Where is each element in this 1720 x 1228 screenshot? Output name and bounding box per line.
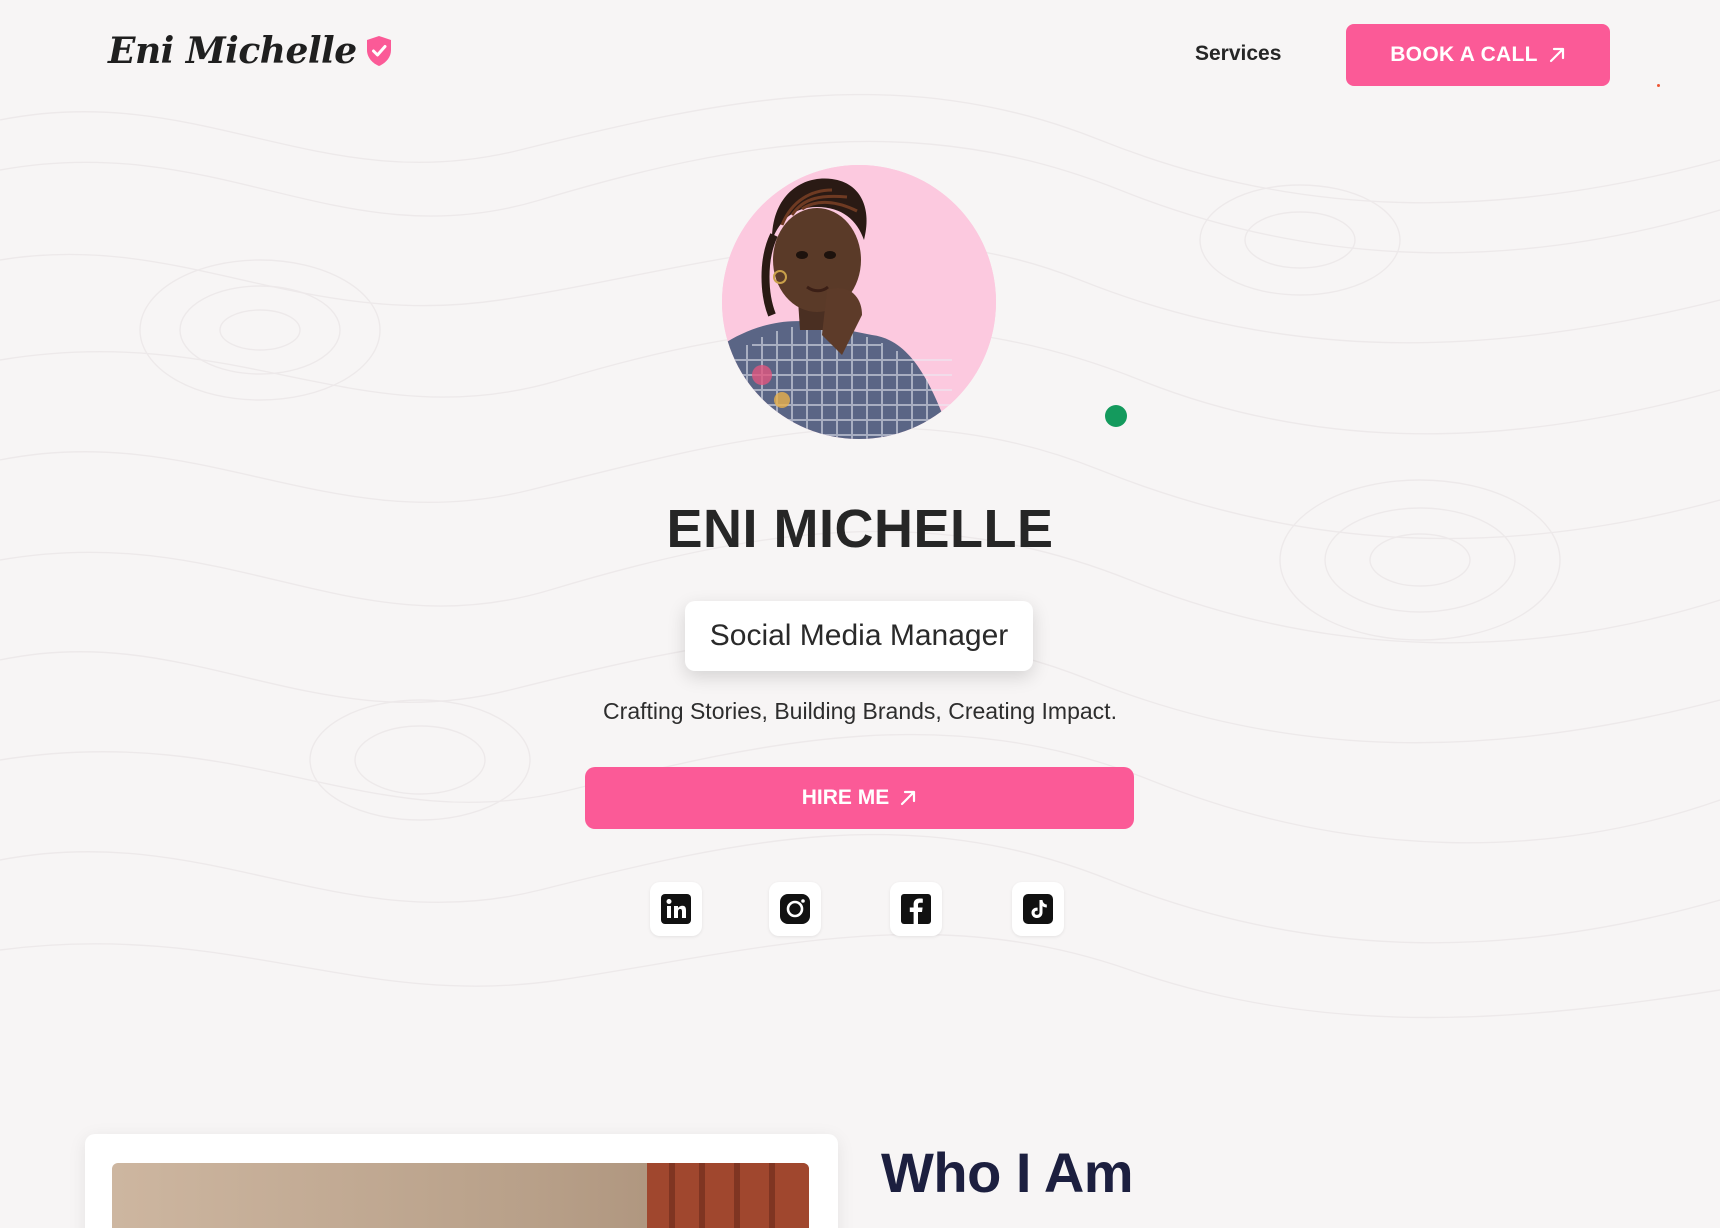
instagram-icon [780,894,810,924]
site-header: Eni Michelle Services BOOK A CALL [0,0,1720,112]
book-a-call-label: BOOK A CALL [1390,43,1538,66]
role-badge: Social Media Manager [685,601,1033,671]
logo[interactable]: Eni Michelle [108,30,393,72]
profile-name: ENI MICHELLE [666,499,1054,559]
avatar-photo [722,165,996,439]
hire-me-label: HIRE ME [801,786,890,809]
about-photo [112,1163,809,1228]
page: Eni Michelle Services BOOK A CALL ENI MI… [0,0,1720,1228]
online-status-dot [1105,405,1127,427]
tagline: Crafting Stories, Building Brands, Creat… [603,698,1117,724]
about-photo-image [112,1163,809,1228]
linkedin-link[interactable] [650,882,702,936]
verified-shield-icon [366,36,391,66]
hire-me-button[interactable]: HIRE ME [585,767,1134,829]
profile-avatar [722,165,996,439]
linkedin-icon [661,894,691,924]
logo-text: Eni Michelle [108,30,357,72]
instagram-link[interactable] [769,882,821,936]
tiktok-icon [1023,894,1053,924]
social-links [0,882,1720,936]
facebook-link[interactable] [890,882,942,936]
arrow-up-right-icon [1549,47,1564,63]
who-i-am-heading: Who I Am [881,1141,1134,1204]
arrow-up-right-icon [901,790,916,806]
book-a-call-button[interactable]: BOOK A CALL [1346,24,1610,86]
tiktok-link[interactable] [1012,882,1064,936]
nav-services-link[interactable]: Services [1195,42,1281,66]
decorative-dot [1657,84,1660,87]
facebook-icon [901,894,931,924]
